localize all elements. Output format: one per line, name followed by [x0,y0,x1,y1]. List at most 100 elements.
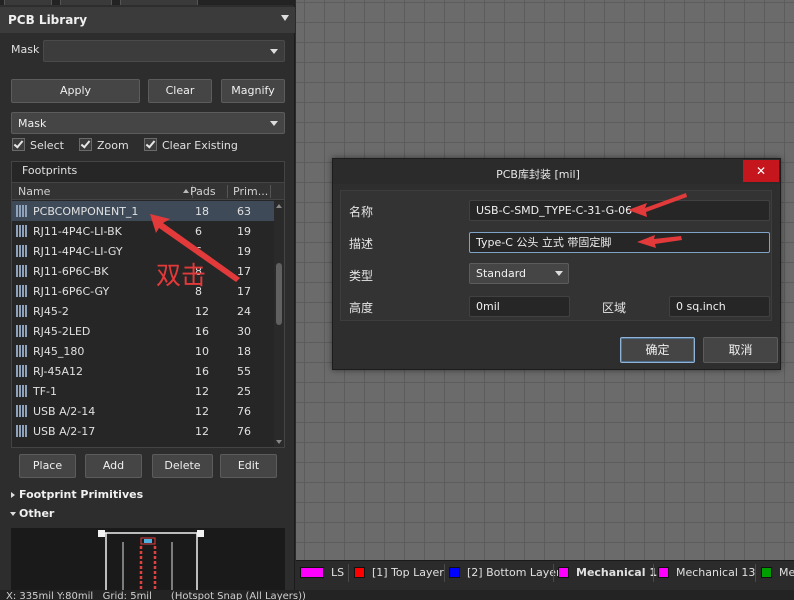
expand-right-icon[interactable] [11,492,15,498]
dialog-titlebar[interactable]: PCB库封装 [mil] ✕ [333,159,780,184]
sort-ascending-icon [183,189,189,193]
footprint-primitives-section[interactable]: Footprint Primitives [19,488,143,501]
layer-tab-label: [1] Top Layer [372,566,444,579]
footprint-pads: 16 [195,365,209,378]
layer-tab-mechanical-1[interactable]: Mechanical 1 [558,564,657,582]
select-checkbox[interactable] [12,138,25,151]
other-section[interactable]: Other [19,507,54,520]
layer-tab-mechanical-13[interactable]: Mechanical 13 [658,564,755,582]
description-field[interactable]: Type-C 公头 立式 带固定脚 [469,232,770,253]
footprint-name: RJ45_180 [33,345,85,358]
layer-color-swatch [658,567,669,578]
footprint-row[interactable]: RJ11-6P6C-GY 8 17 [12,281,274,301]
panel-menu-icon[interactable] [281,15,289,21]
footprint-row[interactable]: PCBCOMPONENT_1 18 63 [12,201,274,221]
height-field[interactable]: 0mil [469,296,570,317]
type-select[interactable]: Standard [469,263,569,284]
column-header-name[interactable]: Name [18,185,50,198]
area-field[interactable]: 0 sq.inch [669,296,770,317]
layer-color-swatch [449,567,460,578]
footprint-row[interactable]: TF-1 12 25 [12,381,274,401]
layer-tab-mechanical-more[interactable]: Me [761,564,794,582]
footprints-list: PCBCOMPONENT_1 18 63 RJ11-4P4C-LI-BK 6 19 RJ11… [12,201,274,447]
layer-tab-top-layer[interactable]: [1] Top Layer [354,564,444,582]
check-icon [145,138,156,149]
footprints-group: Footprints Name Pads Prim... PCBCOMPONEN… [11,161,285,448]
chevron-down-icon[interactable] [270,49,278,54]
column-divider[interactable] [227,185,228,198]
footprint-row[interactable]: RJ11-6P6C-BK 8 17 [12,261,274,281]
height-label: 高度 [349,301,374,315]
footprint-pads: 6 [195,225,202,238]
clear-existing-checkbox-label: Clear Existing [162,139,238,152]
check-icon [80,138,91,149]
footprint-row[interactable]: RJ45-2 12 24 [12,301,274,321]
type-select-value: Standard [476,267,527,280]
footprint-name: RJ45-2 [33,305,69,318]
column-divider[interactable] [270,185,271,198]
scrollbar-thumb[interactable] [276,263,282,325]
place-button[interactable]: Place [19,454,76,478]
footprint-icon [16,285,27,297]
layer-tab-ls[interactable]: LS [300,564,346,582]
footprint-row[interactable]: RJ11-4P4C-LI-BK 6 19 [12,221,274,241]
add-button[interactable]: Add [85,454,142,478]
footprint-row[interactable]: USB A/2-14 12 76 [12,401,274,421]
ok-button[interactable]: 确定 [620,337,695,363]
footprint-row[interactable]: RJ-45A12 16 55 [12,361,274,381]
footprint-icon [16,425,27,437]
footprint-pads: 10 [195,345,209,358]
clear-button[interactable]: Clear [148,79,212,103]
layer-color-swatch [354,567,365,578]
close-icon[interactable]: ✕ [743,160,779,182]
edit-button[interactable]: Edit [220,454,277,478]
mask-input[interactable] [43,40,285,62]
footprint-pads: 12 [195,305,209,318]
footprint-name: RJ11-4P4C-LI-BK [33,225,122,238]
footprint-icon [16,245,27,257]
footprint-pads: 8 [195,265,202,278]
layer-tabs-bar: LS [1] Top Layer [2] Bottom Layer Mechan… [296,560,794,584]
column-header-primitives[interactable]: Prim... [233,185,268,198]
footprint-name: USB A/2-14 [33,405,96,418]
footprint-row[interactable]: RJ45-2LED 16 30 [12,321,274,341]
zoom-checkbox[interactable] [79,138,92,151]
collapse-down-icon[interactable] [10,512,16,516]
panel-tab-stub[interactable] [120,0,198,5]
layer-tab-divider [348,564,349,582]
layer-tab-divider [755,564,756,582]
footprint-primitives: 76 [237,405,251,418]
dialog-title: PCB库封装 [mil] [496,168,580,181]
status-text: X: 335mil Y:80mil Grid: 5mil (Hotspot Sn… [6,591,306,600]
footprint-primitives: 25 [237,385,251,398]
scroll-up-icon[interactable] [276,204,282,208]
footprint-row[interactable]: RJ45_180 10 18 [12,341,274,361]
layer-tab-divider [553,564,554,582]
pcb-library-panel: PCB Library Mask Apply Clear Magnify Mas… [0,0,295,590]
magnify-button[interactable]: Magnify [221,79,285,103]
footprint-pads: 12 [195,385,209,398]
footprint-name: TF-1 [33,385,58,398]
mask-mode-select[interactable]: Mask [11,112,285,134]
pcb-library-component-dialog: PCB库封装 [mil] ✕ 名称 USB-C-SMD_TYPE-C-31-G-… [332,158,781,370]
name-field[interactable]: USB-C-SMD_TYPE-C-31-G-06 [469,200,770,221]
footprint-name: USB A/2-17 [33,425,96,438]
footprint-name: RJ-45A12 [33,365,83,378]
footprint-icon [16,265,27,277]
scroll-down-icon[interactable] [276,440,282,444]
footprint-icon [16,385,27,397]
clear-existing-checkbox[interactable] [144,138,157,151]
footprint-pads: 18 [195,205,209,218]
panel-tab-stub[interactable] [60,0,112,5]
layer-tab-bottom-layer[interactable]: [2] Bottom Layer [449,564,561,582]
cancel-button[interactable]: 取消 [703,337,778,363]
delete-button[interactable]: Delete [152,454,213,478]
layer-tab-label: [2] Bottom Layer [467,566,561,579]
footprint-row[interactable]: USB A/2-17 12 76 [12,421,274,441]
footprint-row[interactable]: RJ11-4P4C-LI-GY 6 19 [12,241,274,261]
column-header-pads[interactable]: Pads [190,185,216,198]
panel-tab-stub[interactable] [4,0,52,5]
apply-button[interactable]: Apply [11,79,140,103]
footprints-scrollbar[interactable] [274,201,284,447]
layer-tab-label: LS [331,566,345,579]
